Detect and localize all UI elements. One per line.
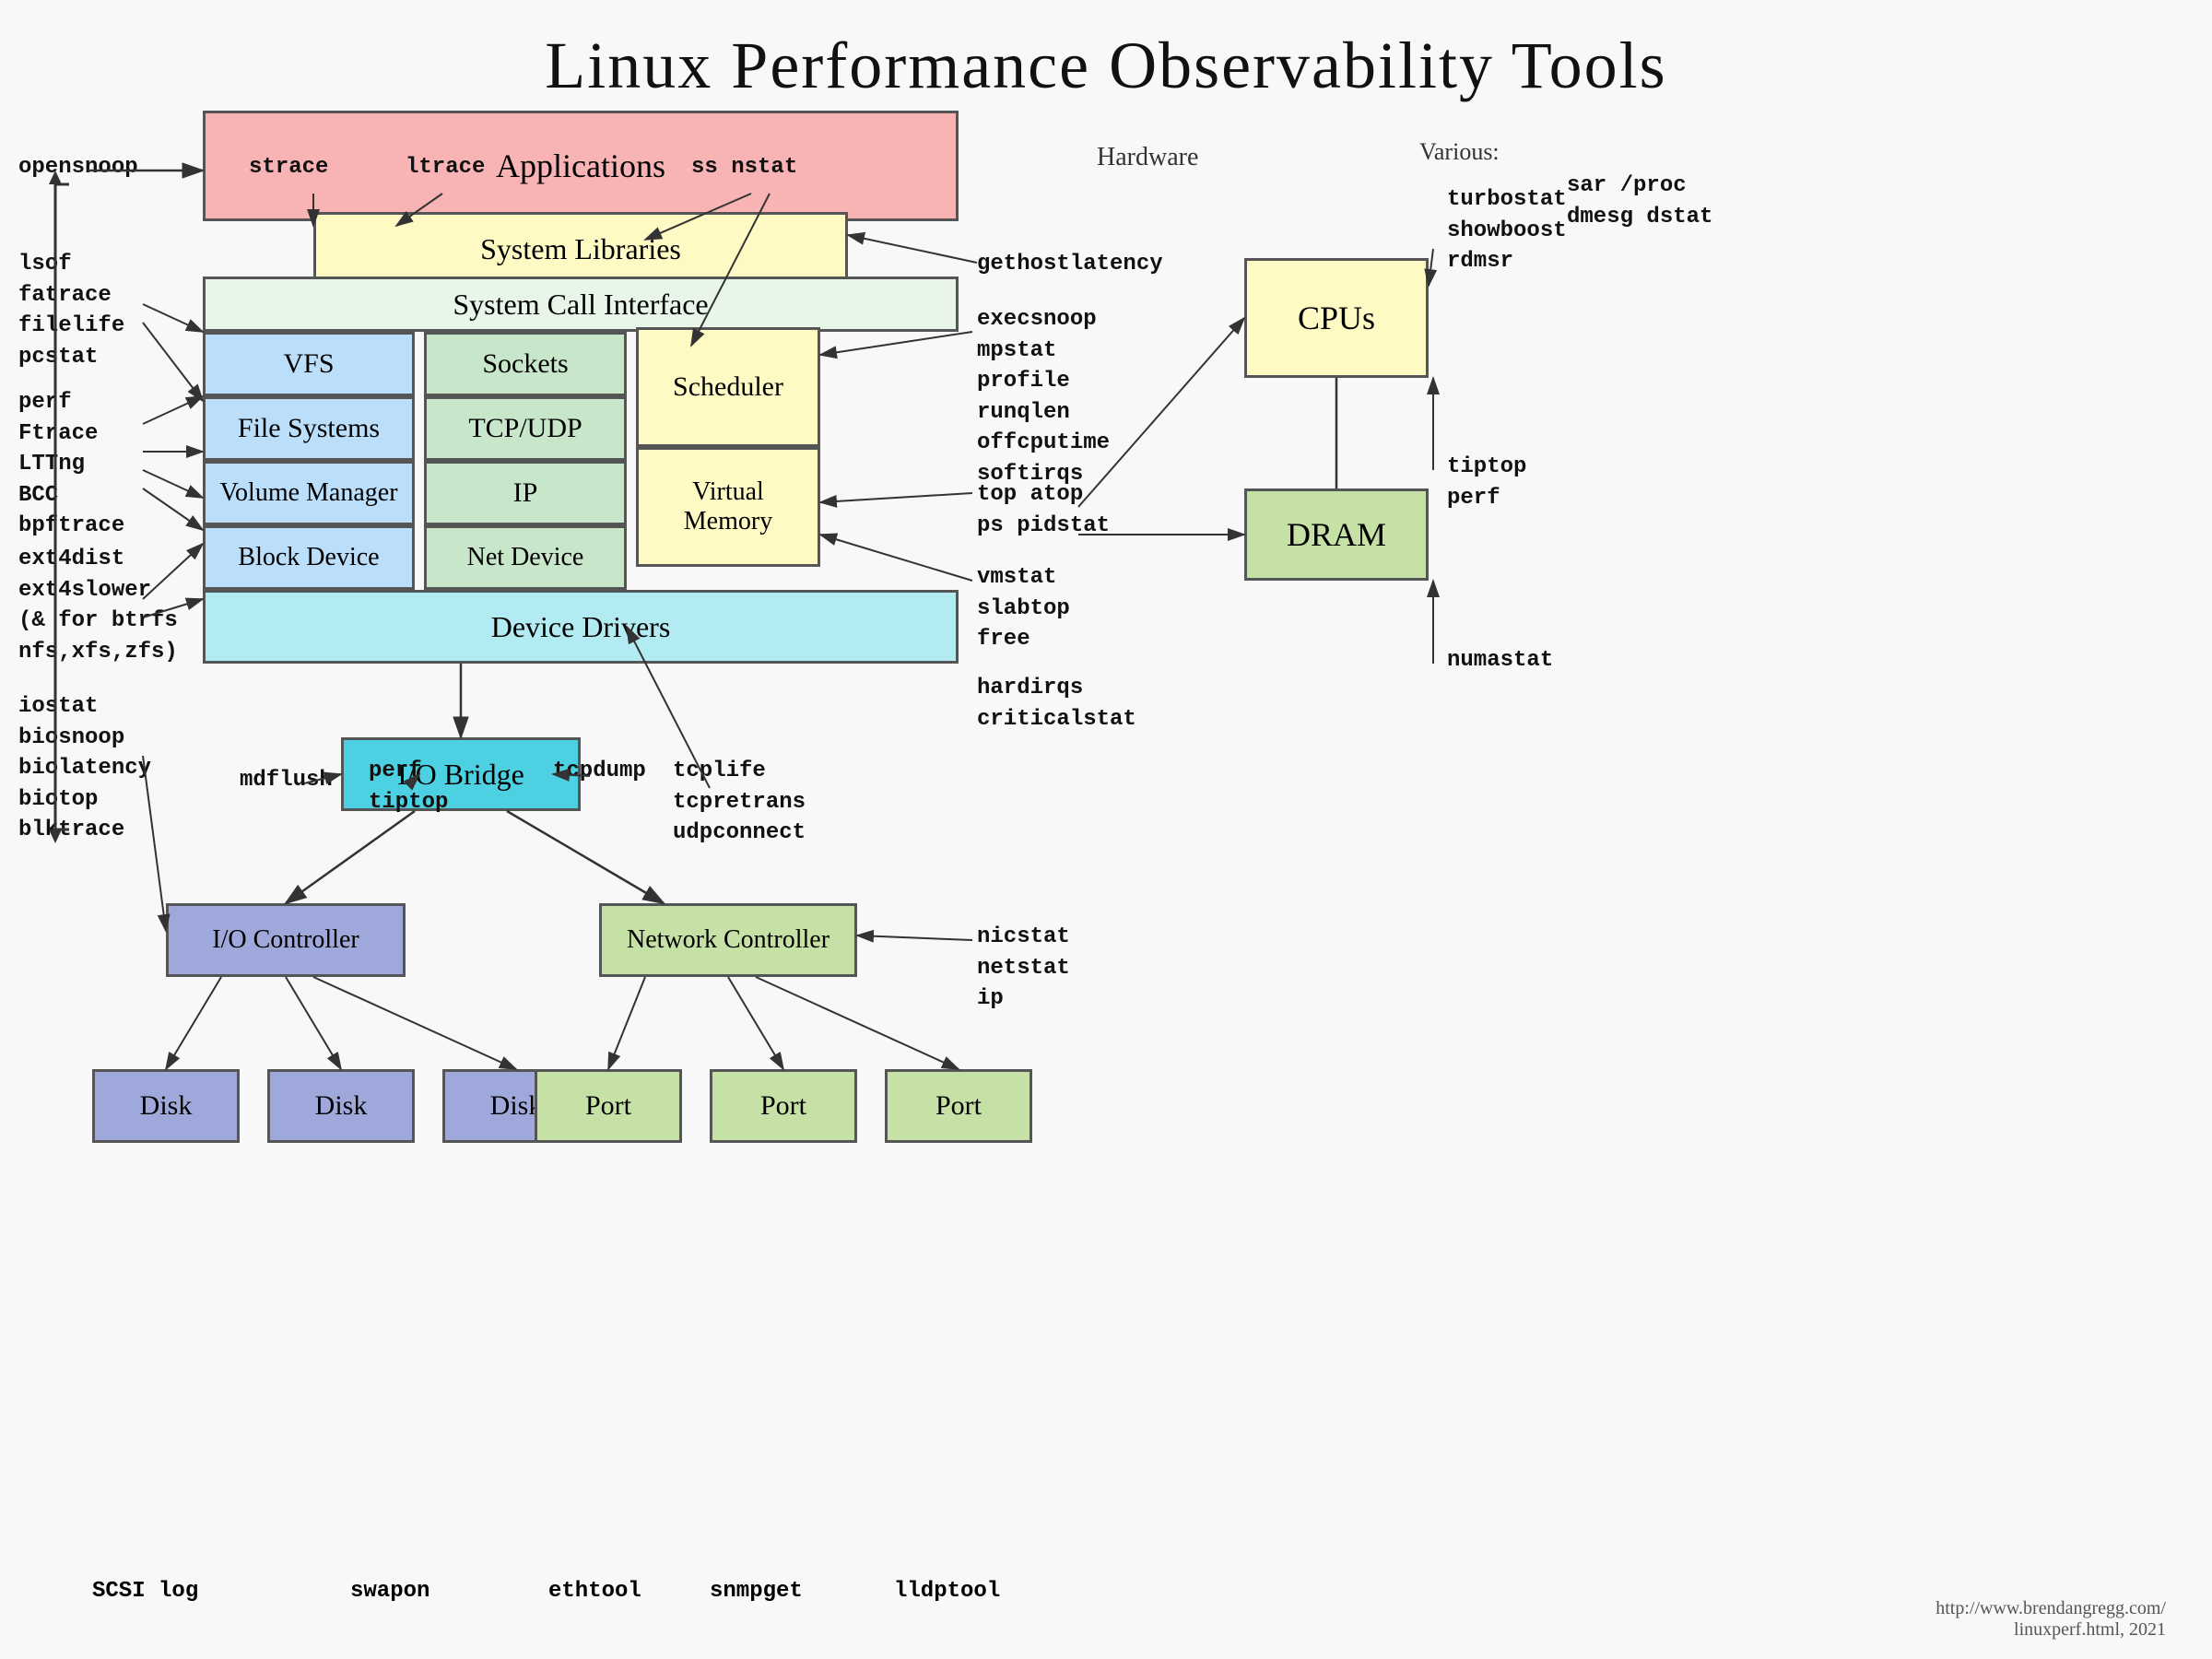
file-systems-layer: File Systems [203,396,415,461]
opensnoop-label: opensnoop [18,152,138,183]
system-libraries-layer: System Libraries [313,212,848,286]
top-atop-label: top atop ps pidstat [977,479,1110,541]
port-3: Port [885,1069,1032,1143]
lsof-fatrace-label: lsof fatrace filelife pcstat [18,249,124,372]
iostat-label: iostat biosnoop biolatency biotop blktra… [18,691,151,846]
device-drivers-layer: Device Drivers [203,590,959,664]
turbostat-label: turbostat showboost rdmsr [1447,184,1567,277]
io-controller-layer: I/O Controller [166,903,406,977]
ethtool-label: ethtool [548,1579,641,1604]
sockets-layer: Sockets [424,332,627,396]
snmpget-label: snmpget [710,1579,803,1604]
dram-box: DRAM [1244,488,1429,581]
sar-label: sar /proc dmesg dstat [1567,171,1712,232]
port-2: Port [710,1069,857,1143]
various-section-label: Various: [1419,138,1500,166]
ext4dist-label: ext4dist ext4slower (& for btrfs nfs,xfs… [18,544,178,667]
page-title: Linux Performance Observability Tools [0,0,2212,104]
nicstat-label: nicstat netstat ip [977,922,1070,1015]
vfs-layer: VFS [203,332,415,396]
credit-label: http://www.brendangregg.com/ linuxperf.h… [1936,1598,2166,1641]
block-device-layer: Block Device [203,525,415,590]
scheduler-layer: Scheduler [636,327,820,447]
net-device-layer: Net Device [424,525,627,590]
tcplife-label: tcplife tcpretrans udpconnect [673,756,806,849]
tiptop-perf-label: tiptop perf [1447,452,1526,513]
scsi-log-label: SCSI log [92,1579,198,1604]
perf-tiptop-label: perf tiptop [369,756,448,818]
tcpdump-label: tcpdump [553,756,646,787]
volume-manager-layer: Volume Manager [203,461,415,525]
swapon-label: swapon [350,1579,429,1604]
numastat-label: numastat [1447,645,1553,677]
execsnoop-label: execsnoop mpstat profile runqlen offcput… [977,304,1110,490]
virtual-memory-layer: Virtual Memory [636,447,820,567]
tcp-udp-layer: TCP/UDP [424,396,627,461]
disk-1: Disk [92,1069,240,1143]
hardirqs-label: hardirqs criticalstat [977,673,1136,735]
port-1: Port [535,1069,682,1143]
ip-layer: IP [424,461,627,525]
vmstat-label: vmstat slabtop free [977,562,1070,655]
cpus-box: CPUs [1244,258,1429,378]
lldptool-label: lldptool [894,1579,1000,1604]
system-call-layer: System Call Interface [203,276,959,332]
gethostlatency-label: gethostlatency [977,249,1163,280]
mdflush-label: mdflush [240,765,333,796]
strace-label: strace [249,152,328,183]
ltrace-label: ltrace [406,152,485,183]
ss-nstat-label: ss nstat [691,152,797,183]
perf-ftrace-label: perf Ftrace LTTng BCC bpftrace [18,387,124,542]
network-controller-layer: Network Controller [599,903,857,977]
hw-section-label: Hardware [1097,143,1198,172]
disk-2: Disk [267,1069,415,1143]
